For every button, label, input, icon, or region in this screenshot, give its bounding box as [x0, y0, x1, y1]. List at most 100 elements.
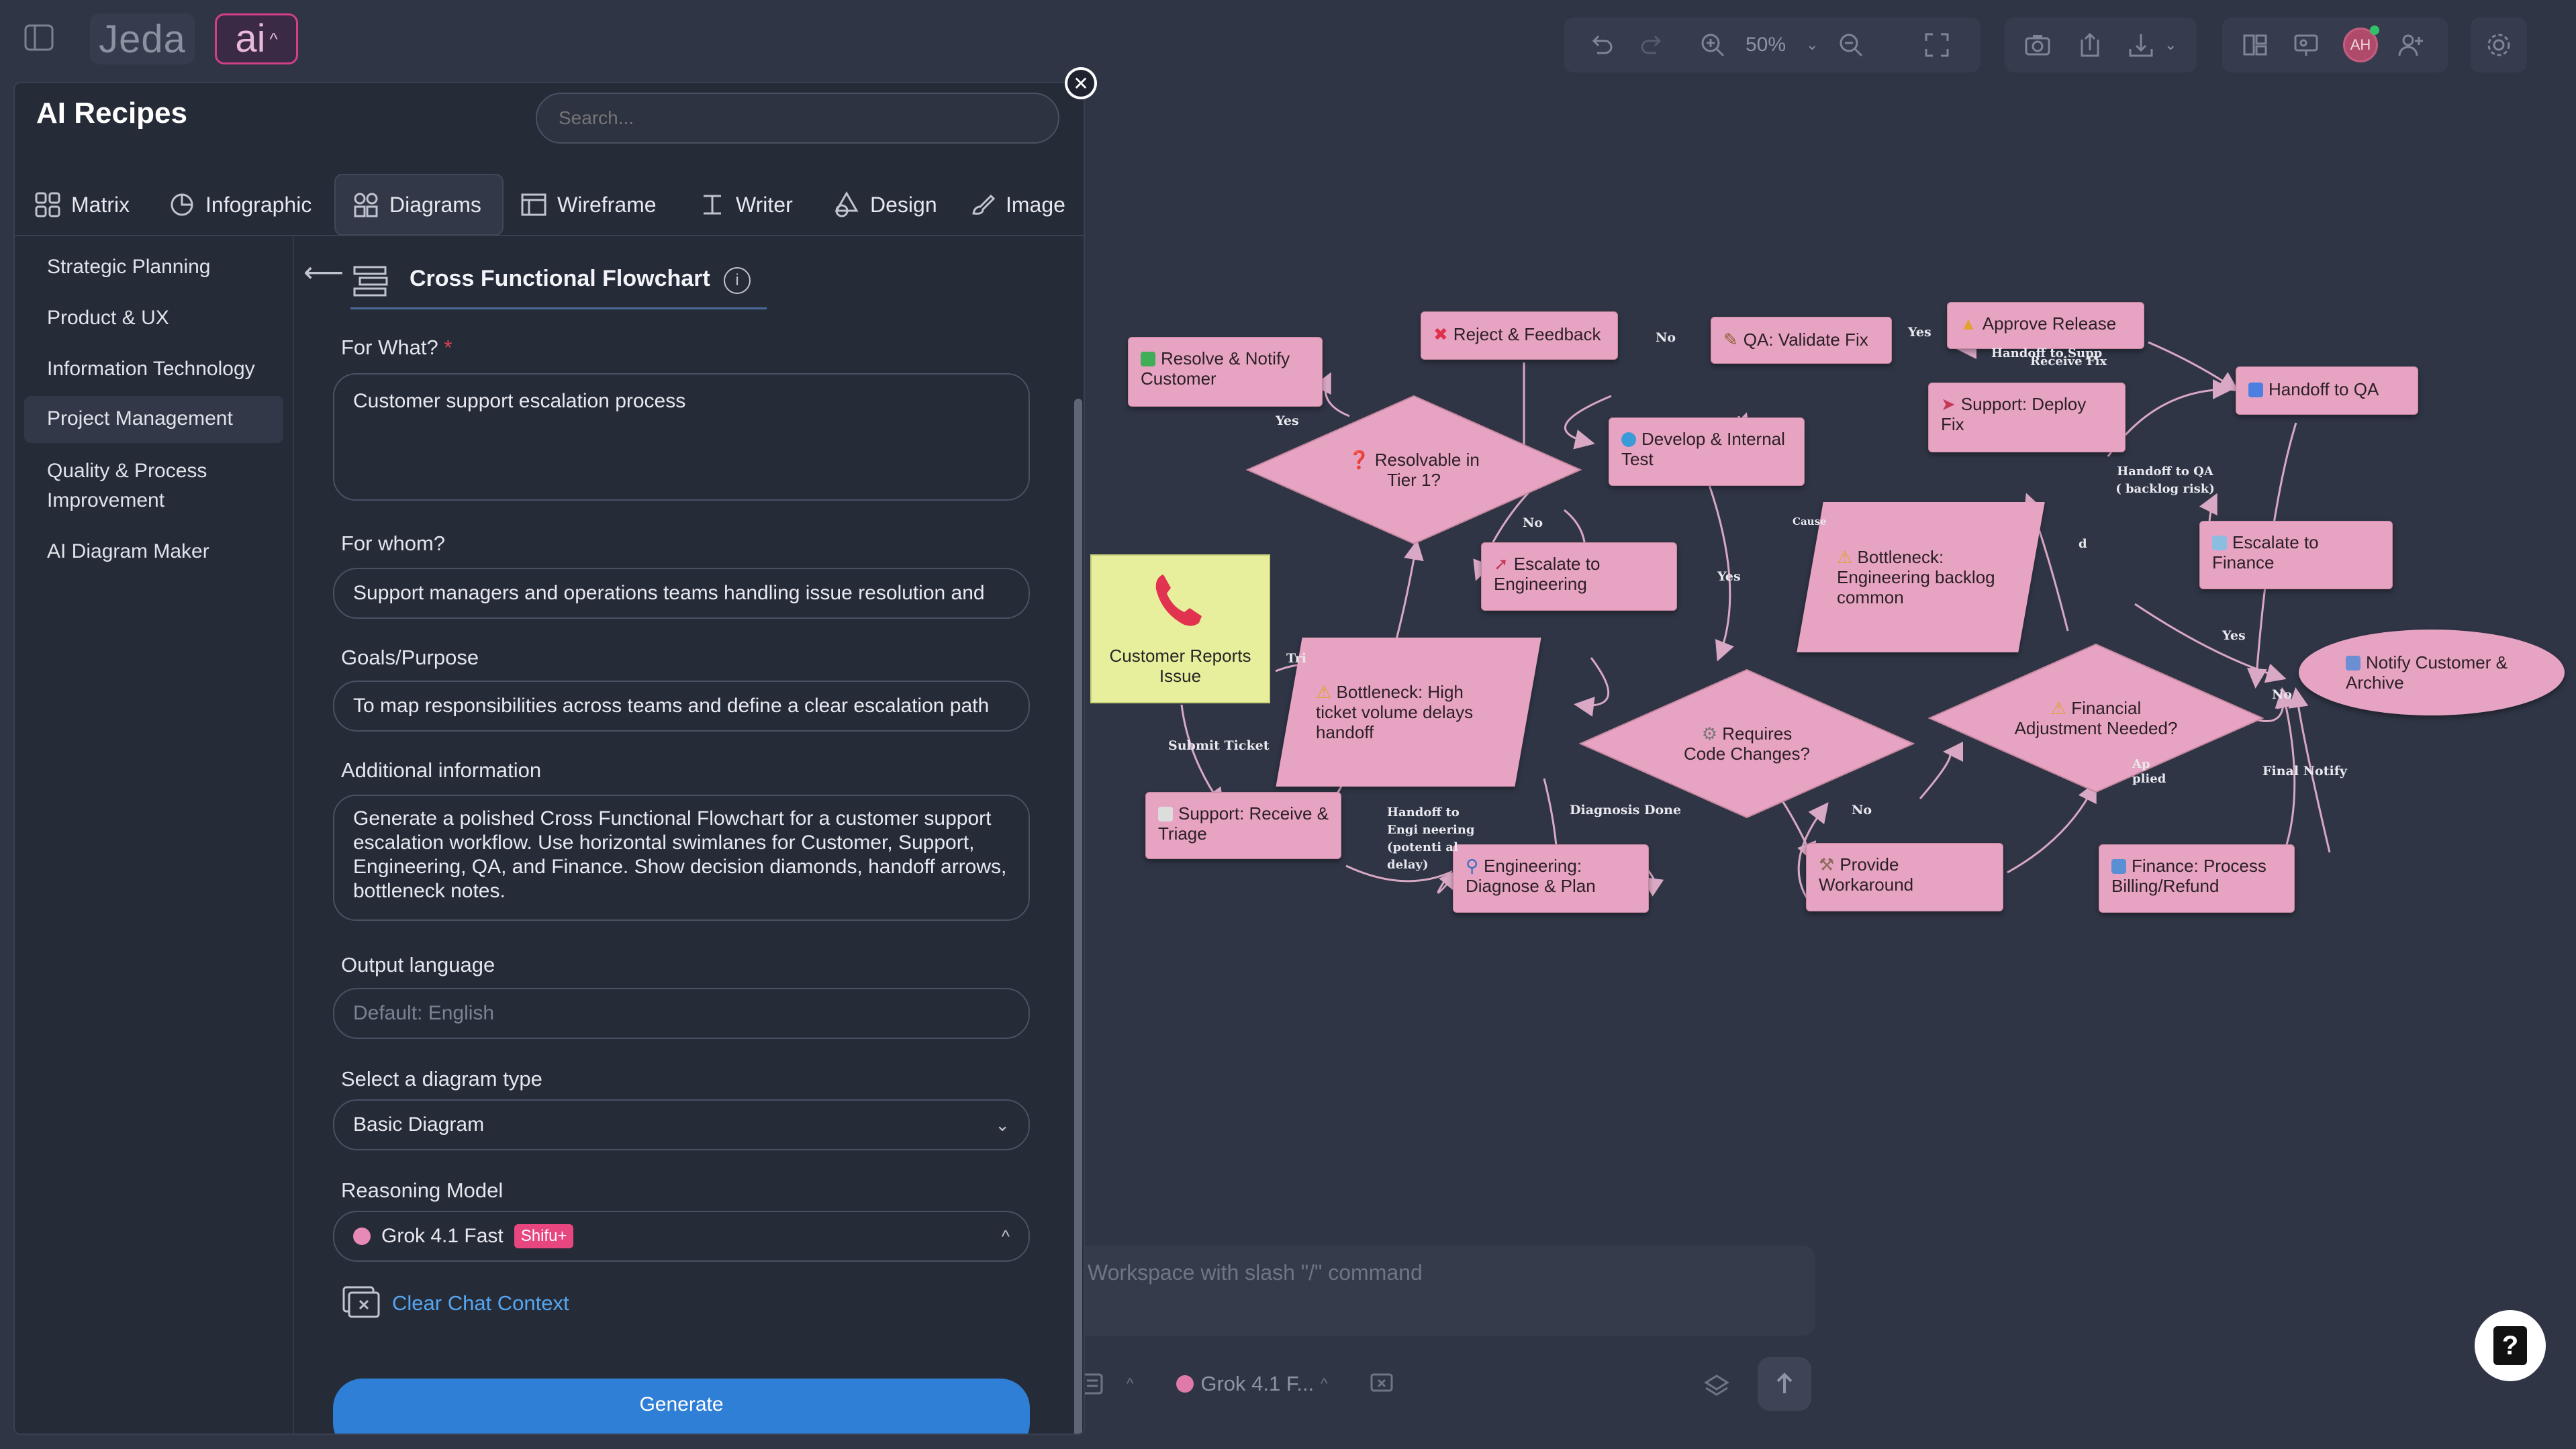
additional-info-label: Additional information — [341, 758, 542, 782]
category-project-management[interactable]: Project Management — [24, 396, 283, 443]
node-qa-validate[interactable]: ✎ QA: Validate Fix — [1711, 317, 1892, 364]
additional-info-textarea[interactable]: Generate a polished Cross Functional Flo… — [333, 795, 1030, 921]
goals-input[interactable]: To map responsibilities across teams and… — [333, 681, 1030, 732]
node-label: QA: Validate Fix — [1743, 330, 1868, 350]
chevron-up-icon: ^ — [1321, 1375, 1328, 1392]
chat-input-box[interactable]: Workspace with slash "/" command — [1047, 1246, 1815, 1336]
clear-chat-context-button[interactable]: Clear Chat Context — [341, 1285, 569, 1322]
back-arrow-icon[interactable]: ⟵ — [303, 258, 344, 287]
arrow-box-icon — [2248, 383, 2263, 397]
node-bottleneck-ticket[interactable]: ⚠ Bottleneck: High ticket volume delays … — [1276, 638, 1541, 787]
tab-design[interactable]: Design — [832, 174, 947, 236]
edge-label: Handoff to Engi neering (potenti al dela… — [1387, 805, 1475, 872]
chevron-up-icon[interactable]: ^ — [1127, 1375, 1133, 1393]
edge-label: Yes — [1717, 569, 1741, 584]
category-information-technology[interactable]: Information Technology — [24, 354, 283, 384]
tab-infographic[interactable]: Infographic — [168, 174, 337, 236]
output-language-label: Output language — [341, 953, 495, 977]
node-escalate-finance[interactable]: Escalate to Finance — [2199, 521, 2393, 589]
diagram-type-label: Select a diagram type — [341, 1067, 542, 1091]
node-label: Resolve & Notify Customer — [1141, 348, 1290, 389]
tab-wireframe[interactable]: Wireframe — [520, 174, 681, 236]
node-provide-workaround[interactable]: ⚒ Provide Workaround — [1806, 843, 2003, 911]
tab-image[interactable]: Image — [968, 174, 1084, 236]
tab-matrix[interactable]: Matrix — [30, 174, 157, 236]
send-button[interactable] — [1757, 1357, 1811, 1411]
node-label: Develop & Internal Test — [1621, 429, 1785, 469]
generate-button[interactable]: Generate — [333, 1379, 1030, 1434]
edge-label: No — [1523, 515, 1543, 530]
check-icon — [1141, 352, 1155, 366]
chat-controls: ^ Grok 4.1 F... ^ — [1061, 1357, 1815, 1411]
node-escalate-eng[interactable]: ➚ Escalate to Engineering — [1481, 542, 1677, 611]
diagram-type-select[interactable]: Basic Diagram ⌄ — [333, 1099, 1030, 1150]
node-notify-archive[interactable]: Notify Customer & Archive — [2299, 630, 2565, 715]
select-value: Basic Diagram — [353, 1113, 485, 1136]
tab-writer[interactable]: Writer — [698, 174, 812, 236]
textarea-value: Customer support escalation process — [353, 390, 686, 412]
brush-icon — [972, 194, 996, 215]
textarea-value: Generate a polished Cross Functional Flo… — [353, 807, 1007, 902]
chevron-up-icon: ^ — [1001, 1226, 1010, 1246]
model-name: Grok 4.1 F... — [1200, 1372, 1315, 1395]
for-whom-input[interactable]: Support managers and operations teams ha… — [333, 568, 1030, 619]
category-ai-diagram-maker[interactable]: AI Diagram Maker — [24, 537, 283, 566]
node-approve-release[interactable]: ▲ Approve Release — [1947, 302, 2144, 349]
node-reject-feedback[interactable]: ✖ Reject & Feedback — [1421, 311, 1618, 360]
node-label: Finance: Process Billing/Refund — [2111, 856, 2267, 896]
start-node[interactable]: Customer Reports Issue — [1090, 554, 1270, 703]
input-placeholder: Default: English — [353, 1002, 495, 1024]
node-label: Escalate to Engineering — [1494, 554, 1601, 594]
help-glyph: ? — [2501, 1330, 2519, 1360]
search-box[interactable] — [536, 93, 1059, 144]
clear-context-icon[interactable] — [1364, 1366, 1400, 1402]
chevron-down-icon: ⌄ — [995, 1114, 1010, 1135]
reasoning-model-label: Reasoning Model — [341, 1179, 504, 1202]
node-bottleneck-eng[interactable]: ⚠ Bottleneck: Engineering backlog common — [1797, 502, 2045, 652]
for-what-textarea[interactable]: Customer support escalation process — [333, 373, 1030, 501]
category-strategic-planning[interactable]: Strategic Planning — [24, 252, 283, 282]
node-develop-test[interactable]: Develop & Internal Test — [1609, 417, 1805, 486]
form-scrollbar[interactable] — [1074, 399, 1082, 1434]
required-mark: * — [444, 336, 452, 359]
search-input[interactable] — [559, 107, 1058, 129]
question-icon: ❓ — [1348, 450, 1370, 470]
escalate-icon: ➚ — [1494, 554, 1509, 574]
node-finance-process[interactable]: Finance: Process Billing/Refund — [2099, 844, 2295, 913]
shapes-icon — [834, 191, 859, 217]
node-support-deploy[interactable]: ➤ Support: Deploy Fix — [1928, 383, 2126, 452]
model-selector[interactable]: Grok 4.1 F... ^ — [1176, 1372, 1328, 1396]
input-value: To map responsibilities across teams and… — [353, 695, 990, 717]
output-language-input[interactable]: Default: English — [333, 988, 1030, 1039]
category-product-ux[interactable]: Product & UX — [24, 303, 283, 333]
edge-label: Submit Ticket — [1168, 738, 1270, 753]
help-button[interactable]: ? — [2475, 1310, 2546, 1381]
ai-recipes-panel: AI Recipes Matrix Infographic Diagrams W… — [13, 82, 1085, 1435]
edge-label: No — [2272, 687, 2293, 702]
chat-placeholder: Workspace with slash "/" command — [1088, 1260, 1423, 1285]
close-panel-button[interactable]: ✕ — [1065, 67, 1097, 99]
decision-code[interactable]: ⚙ Requires Code Changes? — [1579, 668, 1915, 819]
node-handoff-qa[interactable]: Handoff to QA — [2236, 366, 2418, 415]
pie-icon — [171, 193, 193, 216]
node-label: Bottleneck: Engineering backlog common — [1837, 547, 1995, 607]
node-label: Support: Deploy Fix — [1941, 394, 2087, 434]
tab-label: Matrix — [71, 192, 130, 217]
pencil-icon: ✎ — [1723, 330, 1738, 350]
tab-label: Wireframe — [557, 192, 657, 217]
clear-context-label: Clear Chat Context — [392, 1291, 569, 1315]
decision-label: Resolvable in Tier 1? — [1374, 450, 1480, 490]
tab-diagrams[interactable]: Diagrams — [334, 174, 504, 236]
stack-icon[interactable] — [1699, 1366, 1735, 1402]
node-eng-diagnose[interactable]: ⚲ Engineering: Diagnose & Plan — [1453, 844, 1649, 913]
category-quality-process[interactable]: Quality & Process Improvement — [24, 456, 226, 515]
tab-label: Writer — [736, 192, 793, 217]
info-icon[interactable]: i — [724, 267, 751, 294]
node-label: Reject & Feedback — [1453, 324, 1601, 344]
node-label: Bottleneck: High ticket volume delays ha… — [1316, 682, 1474, 742]
node-support-receive[interactable]: Support: Receive & Triage — [1145, 792, 1341, 859]
grid-icon — [35, 192, 60, 217]
decision-financial[interactable]: ⚠ Financial Adjustment Needed? — [1928, 643, 2264, 793]
reasoning-model-select[interactable]: Grok 4.1 Fast Shifu+ ^ — [333, 1211, 1030, 1262]
input-value: Support managers and operations teams ha… — [353, 582, 985, 604]
